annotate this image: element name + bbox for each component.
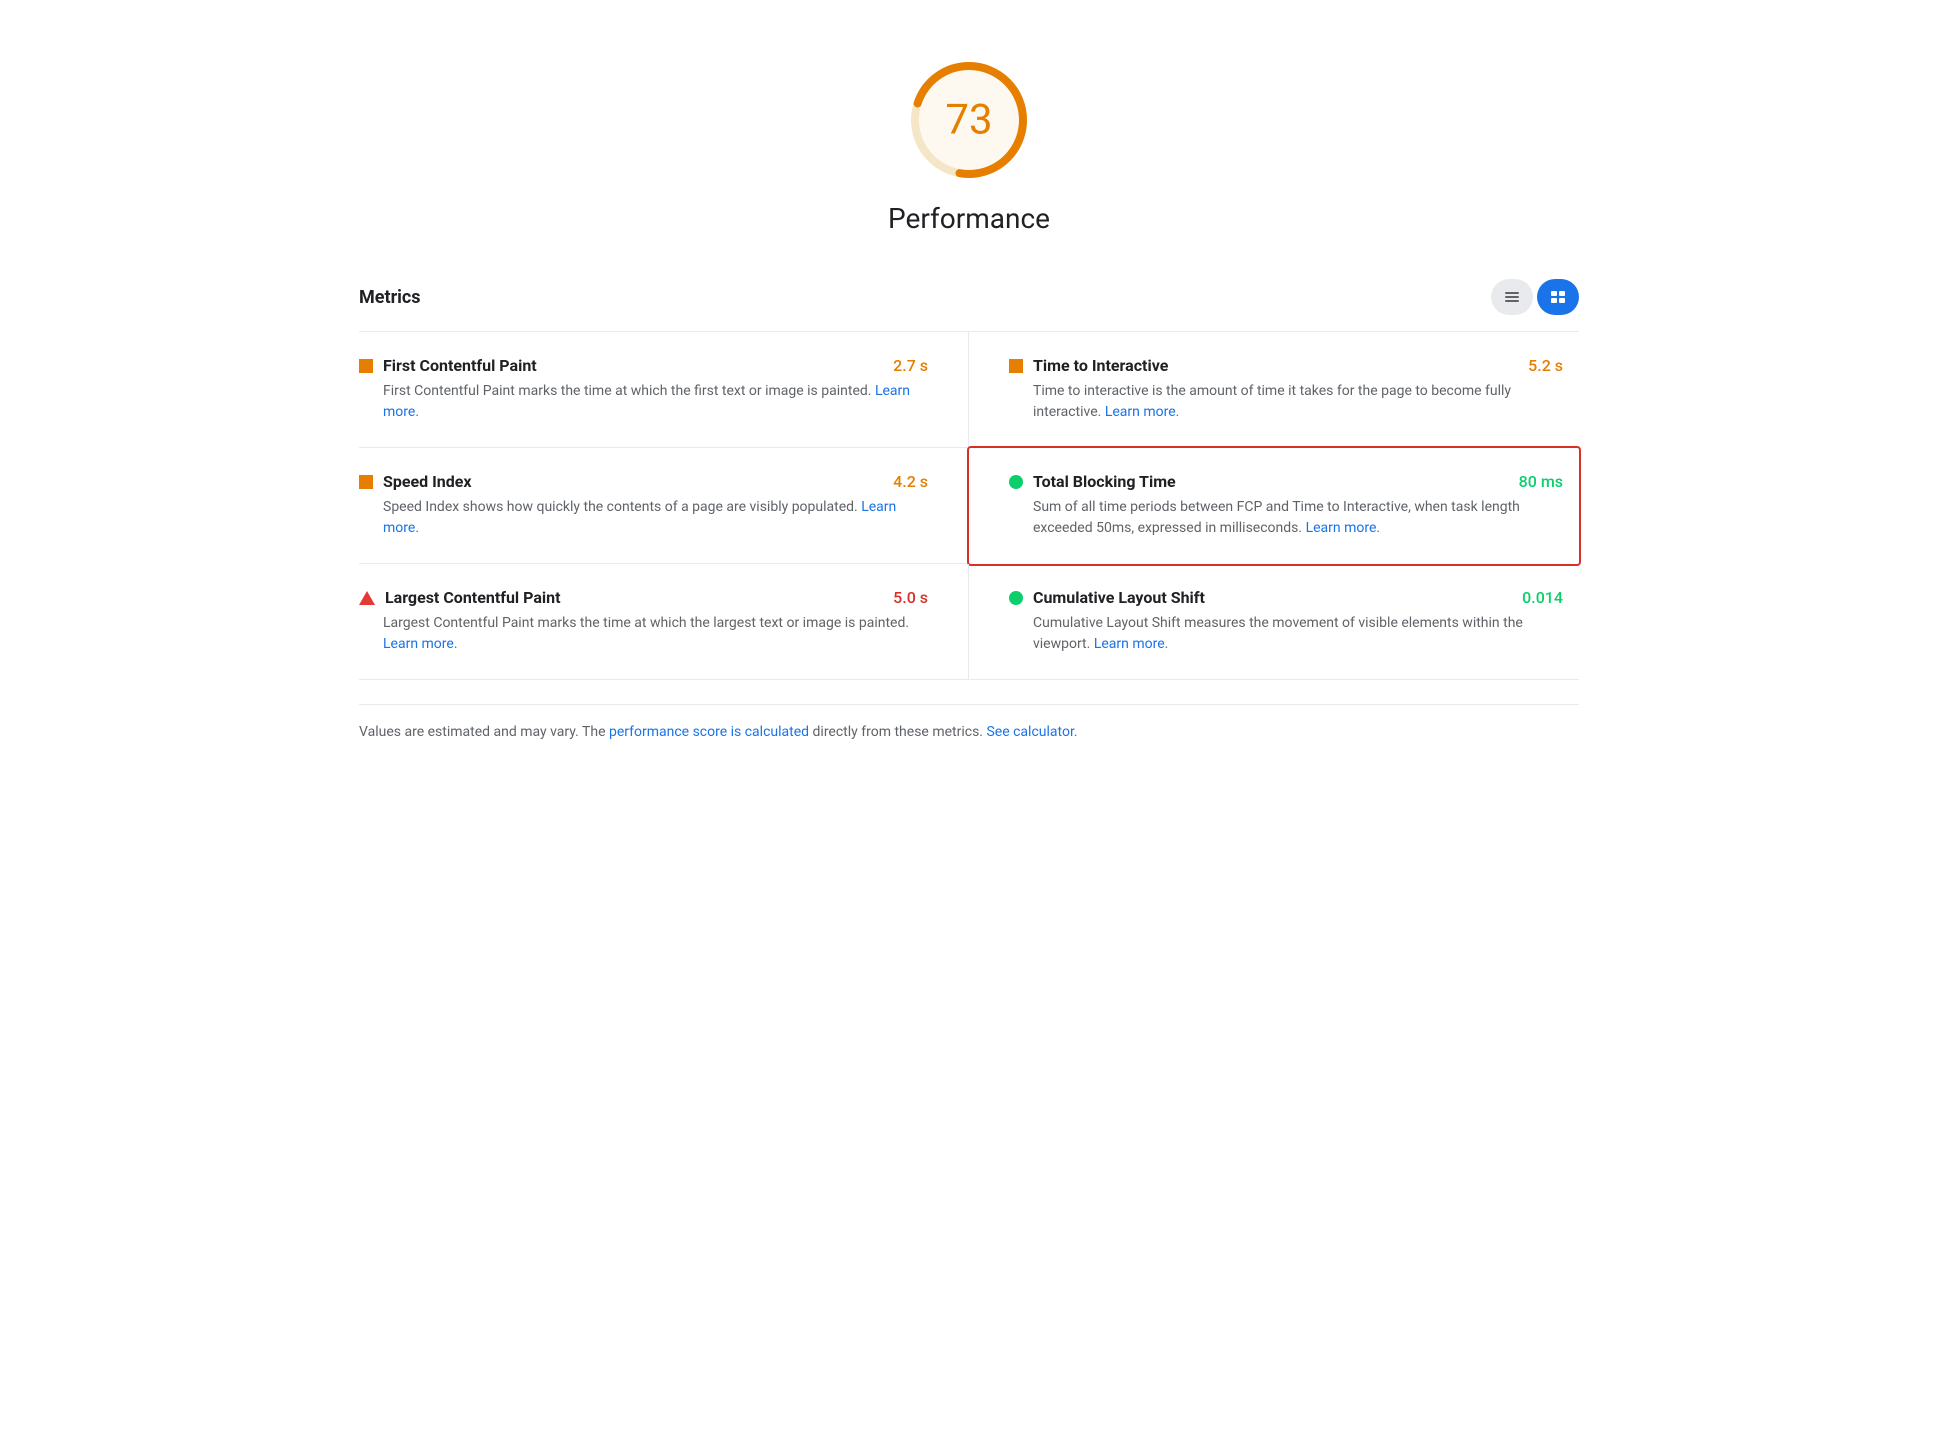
learn-more-link-lcp[interactable]: Learn more [383, 636, 454, 652]
score-label: Performance [888, 202, 1050, 235]
metric-header-lcp: Largest Contentful Paint 5.0 s [359, 588, 928, 607]
footer-text-middle: directly from these metrics. [809, 724, 986, 740]
metric-cell-tbt: Total Blocking Time 80 ms Sum of all tim… [967, 446, 1581, 566]
metric-value-si: 4.2 s [893, 472, 928, 491]
detail-view-button[interactable] [1537, 279, 1579, 315]
learn-more-link-tti[interactable]: Learn more [1105, 404, 1176, 420]
metric-cell-si: Speed Index 4.2 s Speed Index shows how … [359, 448, 969, 564]
footer-text-before: Values are estimated and may vary. The [359, 724, 609, 740]
metric-desc-lcp: Largest Contentful Paint marks the time … [359, 613, 928, 655]
green-circle-icon [1009, 591, 1023, 605]
metric-value-tti: 5.2 s [1528, 356, 1563, 375]
metric-cell-cls: Cumulative Layout Shift 0.014 Cumulative… [969, 564, 1579, 680]
score-circle: 73 [899, 50, 1039, 190]
metric-desc-tti: Time to interactive is the amount of tim… [1009, 381, 1563, 423]
red-triangle-icon [359, 591, 375, 605]
metric-desc-cls: Cumulative Layout Shift measures the mov… [1009, 613, 1563, 655]
metric-value-fcp: 2.7 s [893, 356, 928, 375]
detail-icon [1549, 288, 1567, 306]
learn-more-link-cls[interactable]: Learn more [1094, 636, 1165, 652]
metric-value-tbt: 80 ms [1519, 472, 1563, 491]
list-icon [1503, 288, 1521, 306]
footer: Values are estimated and may vary. The p… [359, 704, 1579, 743]
orange-square-icon [1009, 359, 1023, 373]
metric-header-tbt: Total Blocking Time 80 ms [1009, 472, 1563, 491]
learn-more-link-tbt[interactable]: Learn more [1306, 520, 1377, 536]
metric-value-cls: 0.014 [1522, 588, 1563, 607]
metric-header-tti: Time to Interactive 5.2 s [1009, 356, 1563, 375]
orange-square-icon [359, 359, 373, 373]
metric-name-tti: Time to Interactive [1033, 356, 1168, 375]
metric-name-lcp: Largest Contentful Paint [385, 588, 561, 607]
metric-desc-fcp: First Contentful Paint marks the time at… [359, 381, 928, 423]
green-circle-icon [1009, 475, 1023, 489]
metric-header-si: Speed Index 4.2 s [359, 472, 928, 491]
metrics-title: Metrics [359, 287, 421, 308]
metric-cell-fcp: First Contentful Paint 2.7 s First Conte… [359, 332, 969, 448]
metric-title-row-tti: Time to Interactive [1009, 356, 1168, 375]
metric-name-cls: Cumulative Layout Shift [1033, 588, 1205, 607]
learn-more-link-fcp[interactable]: Learn more [383, 383, 910, 420]
see-calculator-link[interactable]: See calculator. [986, 724, 1077, 740]
metric-value-lcp: 5.0 s [893, 588, 928, 607]
metric-desc-si: Speed Index shows how quickly the conten… [359, 497, 928, 539]
metric-cell-tti: Time to Interactive 5.2 s Time to intera… [969, 332, 1579, 448]
metrics-grid: First Contentful Paint 2.7 s First Conte… [359, 331, 1579, 680]
metric-title-row-si: Speed Index [359, 472, 472, 491]
header-controls [1491, 279, 1579, 315]
metric-title-row-fcp: First Contentful Paint [359, 356, 537, 375]
metrics-header: Metrics [359, 279, 1579, 323]
metric-desc-tbt: Sum of all time periods between FCP and … [1009, 497, 1563, 539]
list-view-button[interactable] [1491, 279, 1533, 315]
metric-name-tbt: Total Blocking Time [1033, 472, 1176, 491]
orange-square-icon [359, 475, 373, 489]
metric-title-row-cls: Cumulative Layout Shift [1009, 588, 1205, 607]
metric-title-row-tbt: Total Blocking Time [1009, 472, 1176, 491]
metric-cell-lcp: Largest Contentful Paint 5.0 s Largest C… [359, 564, 969, 680]
performance-score-link[interactable]: performance score is calculated [609, 724, 809, 740]
metric-title-row-lcp: Largest Contentful Paint [359, 588, 561, 607]
learn-more-link-si[interactable]: Learn more [383, 499, 896, 536]
metric-header-fcp: First Contentful Paint 2.7 s [359, 356, 928, 375]
metric-header-cls: Cumulative Layout Shift 0.014 [1009, 588, 1563, 607]
score-value: 73 [945, 96, 992, 145]
score-section: 73 Performance [359, 20, 1579, 255]
metric-name-fcp: First Contentful Paint [383, 356, 537, 375]
metric-name-si: Speed Index [383, 472, 472, 491]
